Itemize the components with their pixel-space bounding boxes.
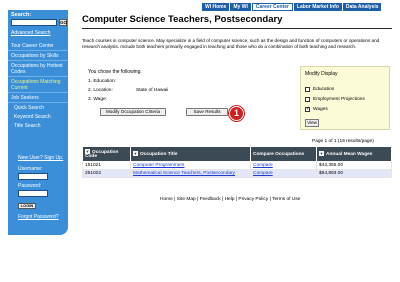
- criteria-wage: 3. Wage:: [88, 97, 107, 102]
- criteria-value: State of Hawaii: [136, 88, 169, 93]
- sidebar-item-tour[interactable]: Tour Career Center: [8, 41, 68, 51]
- occupation-code: 151021: [82, 161, 131, 170]
- sort-arrow-icon[interactable]: ▼: [133, 151, 138, 157]
- option-wages[interactable]: ✓ Wages: [305, 107, 328, 112]
- table-row: 251022 Mathematical Science Teachers, Po…: [82, 169, 392, 178]
- footer-link-privacy[interactable]: Privacy Policy: [238, 197, 268, 202]
- password-field[interactable]: [18, 190, 48, 197]
- results-table: ▼ Occupation Code ▼ Occupation Title Compa…: [82, 146, 392, 178]
- footer-links: Home | Site Map | Feedback | Help | Priv…: [160, 197, 300, 202]
- sidebar-item-keyword-search[interactable]: Keyword Search: [8, 112, 68, 121]
- checkbox-education[interactable]: [305, 87, 310, 92]
- criteria-label: 3. Wage:: [88, 97, 108, 102]
- tab-career-center[interactable]: Career Center: [251, 3, 293, 11]
- criteria-location: 2. Location: State of Hawaii: [88, 88, 168, 93]
- sidebar-item-skills[interactable]: Occupations by Skills: [8, 51, 68, 61]
- option-label: Wages: [313, 107, 328, 112]
- go-button[interactable]: GO: [59, 19, 67, 26]
- username-field[interactable]: [18, 173, 48, 180]
- checkbox-employment-projections[interactable]: [305, 97, 310, 102]
- criteria-heading: You chose the following.: [88, 69, 142, 75]
- chosen-criteria: You chose the following. 1. Education: 2…: [82, 66, 300, 121]
- criteria-label: 2. Location:: [88, 88, 113, 93]
- tab-labor-market-info[interactable]: Labor Market Info: [293, 3, 342, 11]
- sidebar-item-quick-search[interactable]: Quick Search: [8, 103, 68, 112]
- callout-marker: 1: [229, 106, 244, 121]
- column-header[interactable]: ▼ Occupation Code: [82, 146, 131, 162]
- modify-display-title: Modify Display: [305, 71, 338, 77]
- sidebar-item-job-seekers[interactable]: Job Seekers: [8, 93, 68, 103]
- sidebar-menu: Tour Career Center Occupations by Skills…: [8, 41, 68, 130]
- compare-link[interactable]: Compare: [253, 171, 273, 176]
- option-label: Education: [313, 87, 335, 92]
- footer-link-site-map[interactable]: Site Map: [177, 197, 196, 202]
- save-results-button[interactable]: Save Results: [186, 108, 228, 116]
- page-info: Page 1 of 1 (19 results/page): [312, 139, 374, 144]
- main-content: Computer Science Teachers, Postsecondary…: [82, 14, 392, 50]
- sign-up-link[interactable]: New User? Sign Up.: [18, 155, 63, 161]
- sidebar-item-title-search[interactable]: Title Search: [8, 121, 68, 130]
- footer-link-feedback[interactable]: Feedback: [200, 197, 221, 202]
- column-header[interactable]: ▼ Annual Mean Wages: [316, 146, 392, 162]
- option-education[interactable]: Education: [305, 87, 334, 92]
- occupation-title-link[interactable]: Computer Programmers: [133, 163, 184, 168]
- search-label: Search:: [11, 12, 32, 18]
- sidebar-item-hottest[interactable]: Occupations by Hottest Codes: [8, 61, 68, 77]
- table-row: 151021 Computer Programmers Compare $43,…: [82, 161, 392, 170]
- column-header: Compare Occupations: [250, 146, 317, 162]
- footer-link-help[interactable]: Help: [225, 197, 235, 202]
- title-divider: [82, 28, 392, 29]
- username-label: Username:: [18, 166, 43, 172]
- forgot-password-link[interactable]: Forgot Password?: [18, 214, 59, 220]
- table-header-row: ▼ Occupation Code ▼ Occupation Title Compa…: [82, 146, 392, 162]
- modify-display-panel: Modify Display Education Employment Proj…: [300, 66, 390, 130]
- criteria-label: 1. Education:: [88, 79, 117, 84]
- annual-mean-wage: $43,355.00: [316, 161, 392, 170]
- sidebar: Search: GO Advanced Search Tour Career C…: [8, 10, 68, 235]
- occupation-code: 251022: [82, 169, 131, 178]
- modify-occupation-criteria-button[interactable]: Modify Occupation Criteria: [100, 108, 166, 116]
- tab-data-analysis[interactable]: Data Analysis: [342, 3, 382, 11]
- top-nav: WI Home My WI Career Center Labor Market…: [202, 3, 382, 11]
- annual-mean-wage: $54,893.00: [316, 169, 392, 178]
- column-header[interactable]: ▼ Occupation Title: [130, 146, 251, 162]
- option-employment-projections[interactable]: Employment Projections: [305, 97, 365, 102]
- tab-wi-home[interactable]: WI Home: [202, 3, 230, 11]
- occupation-description: Teach courses in computer science. May s…: [82, 38, 380, 49]
- footer-link-terms[interactable]: Terms of Use: [272, 197, 300, 202]
- view-button[interactable]: View: [305, 119, 319, 127]
- tab-my-wi[interactable]: My WI: [230, 3, 251, 11]
- criteria-education: 1. Education:: [88, 79, 116, 84]
- login-button[interactable]: LOGIN: [18, 203, 36, 209]
- page-title: Computer Science Teachers, Postsecondary: [82, 14, 283, 25]
- checkbox-wages[interactable]: ✓: [305, 107, 310, 112]
- compare-link[interactable]: Compare: [253, 163, 273, 168]
- sort-arrow-icon[interactable]: ▼: [319, 151, 324, 157]
- option-label: Employment Projections: [313, 97, 365, 102]
- occupation-title-link[interactable]: Mathematical Science Teachers, Postsecon…: [133, 171, 235, 176]
- sort-arrow-icon[interactable]: ▼: [85, 148, 90, 154]
- password-label: Password:: [18, 183, 42, 189]
- sidebar-item-matching[interactable]: Occupations Matching Current: [8, 77, 68, 93]
- advanced-search-link[interactable]: Advanced Search: [11, 30, 50, 36]
- search-input[interactable]: [11, 19, 57, 26]
- footer-link-home[interactable]: Home: [160, 197, 173, 202]
